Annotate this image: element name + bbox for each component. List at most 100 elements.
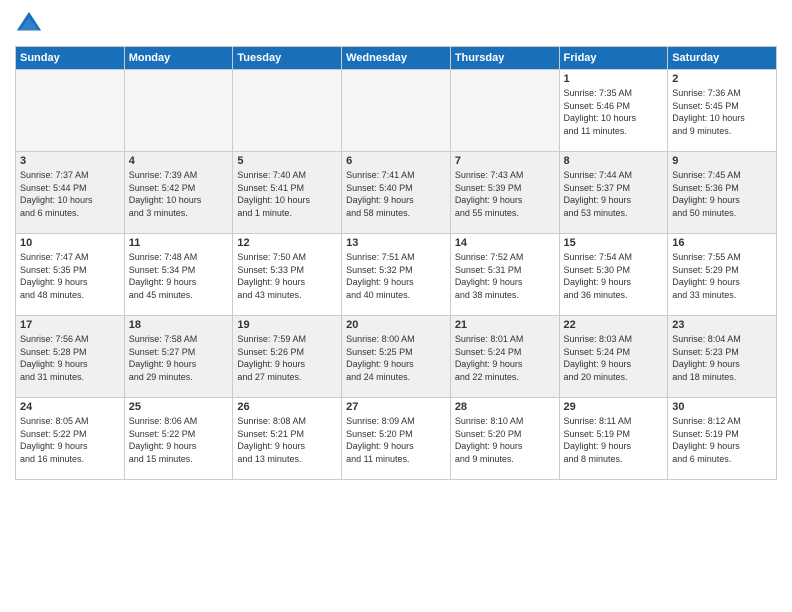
calendar-cell: 25 Sunrise: 8:06 AM Sunset: 5:22 PM Dayli… — [124, 398, 233, 480]
calendar-table: SundayMondayTuesdayWednesdayThursdayFrid… — [15, 46, 777, 480]
day-info: Sunrise: 8:04 AM Sunset: 5:23 PM Dayligh… — [672, 333, 772, 383]
page-container: SundayMondayTuesdayWednesdayThursdayFrid… — [0, 0, 792, 485]
day-info: Sunrise: 7:54 AM Sunset: 5:30 PM Dayligh… — [564, 251, 664, 301]
day-info: Sunrise: 7:56 AM Sunset: 5:28 PM Dayligh… — [20, 333, 120, 383]
day-number: 16 — [672, 237, 772, 249]
day-info: Sunrise: 7:39 AM Sunset: 5:42 PM Dayligh… — [129, 169, 229, 219]
day-number: 20 — [346, 319, 446, 331]
calendar-week-row: 1 Sunrise: 7:35 AM Sunset: 5:46 PM Daylig… — [16, 70, 777, 152]
calendar-cell: 20 Sunrise: 8:00 AM Sunset: 5:25 PM Dayli… — [342, 316, 451, 398]
col-header-saturday: Saturday — [668, 47, 777, 70]
day-number: 2 — [672, 73, 772, 85]
calendar-cell: 5Sunrise: 7:40 AM Sunset: 5:41 PM Daylig… — [233, 152, 342, 234]
calendar-cell: 12Sunrise: 7:50 AM Sunset: 5:33 PM Dayli… — [233, 234, 342, 316]
day-info: Sunrise: 7:45 AM Sunset: 5:36 PM Dayligh… — [672, 169, 772, 219]
day-number: 17 — [20, 319, 120, 331]
col-header-sunday: Sunday — [16, 47, 125, 70]
header — [15, 10, 777, 38]
day-number: 27 — [346, 401, 446, 413]
calendar-cell: 13Sunrise: 7:51 AM Sunset: 5:32 PM Dayli… — [342, 234, 451, 316]
day-number: 26 — [237, 401, 337, 413]
calendar-cell: 24 Sunrise: 8:05 AM Sunset: 5:22 PM Dayli… — [16, 398, 125, 480]
calendar-cell: 7 Sunrise: 7:43 AM Sunset: 5:39 PM Daylig… — [450, 152, 559, 234]
day-info: Sunrise: 7:48 AM Sunset: 5:34 PM Dayligh… — [129, 251, 229, 301]
day-info: Sunrise: 8:06 AM Sunset: 5:22 PM Dayligh… — [129, 415, 229, 465]
day-number: 10 — [20, 237, 120, 249]
calendar-cell: 9Sunrise: 7:45 AM Sunset: 5:36 PM Daylig… — [668, 152, 777, 234]
calendar-cell: 16 Sunrise: 7:55 AM Sunset: 5:29 PM Dayli… — [668, 234, 777, 316]
day-number: 19 — [237, 319, 337, 331]
calendar-cell: 1 Sunrise: 7:35 AM Sunset: 5:46 PM Daylig… — [559, 70, 668, 152]
day-number: 15 — [564, 237, 664, 249]
day-number: 3 — [20, 155, 120, 167]
logo-icon — [15, 10, 43, 38]
col-header-monday: Monday — [124, 47, 233, 70]
day-number: 8 — [564, 155, 664, 167]
day-number: 12 — [237, 237, 337, 249]
day-info: Sunrise: 8:05 AM Sunset: 5:22 PM Dayligh… — [20, 415, 120, 465]
day-number: 7 — [455, 155, 555, 167]
day-info: Sunrise: 8:11 AM Sunset: 5:19 PM Dayligh… — [564, 415, 664, 465]
calendar-cell: 14Sunrise: 7:52 AM Sunset: 5:31 PM Dayli… — [450, 234, 559, 316]
day-number: 4 — [129, 155, 229, 167]
day-number: 21 — [455, 319, 555, 331]
calendar-cell: 10 Sunrise: 7:47 AM Sunset: 5:35 PM Dayli… — [16, 234, 125, 316]
day-info: Sunrise: 8:12 AM Sunset: 5:19 PM Dayligh… — [672, 415, 772, 465]
day-number: 28 — [455, 401, 555, 413]
day-number: 24 — [20, 401, 120, 413]
calendar-week-row: 3 Sunrise: 7:37 AM Sunset: 5:44 PM Daylig… — [16, 152, 777, 234]
col-header-thursday: Thursday — [450, 47, 559, 70]
calendar-cell — [124, 70, 233, 152]
logo — [15, 10, 46, 38]
day-number: 25 — [129, 401, 229, 413]
day-info: Sunrise: 8:09 AM Sunset: 5:20 PM Dayligh… — [346, 415, 446, 465]
day-number: 11 — [129, 237, 229, 249]
calendar-cell: 3 Sunrise: 7:37 AM Sunset: 5:44 PM Daylig… — [16, 152, 125, 234]
calendar-cell: 21Sunrise: 8:01 AM Sunset: 5:24 PM Dayli… — [450, 316, 559, 398]
day-number: 29 — [564, 401, 664, 413]
calendar-header-row: SundayMondayTuesdayWednesdayThursdayFrid… — [16, 47, 777, 70]
calendar-cell: 4 Sunrise: 7:39 AM Sunset: 5:42 PM Daylig… — [124, 152, 233, 234]
day-number: 22 — [564, 319, 664, 331]
day-info: Sunrise: 8:08 AM Sunset: 5:21 PM Dayligh… — [237, 415, 337, 465]
calendar-cell: 28 Sunrise: 8:10 AM Sunset: 5:20 PM Dayli… — [450, 398, 559, 480]
day-info: Sunrise: 7:36 AM Sunset: 5:45 PM Dayligh… — [672, 87, 772, 137]
calendar-cell — [233, 70, 342, 152]
col-header-friday: Friday — [559, 47, 668, 70]
day-info: Sunrise: 8:03 AM Sunset: 5:24 PM Dayligh… — [564, 333, 664, 383]
day-info: Sunrise: 7:58 AM Sunset: 5:27 PM Dayligh… — [129, 333, 229, 383]
calendar-cell: 17 Sunrise: 7:56 AM Sunset: 5:28 PM Dayli… — [16, 316, 125, 398]
col-header-wednesday: Wednesday — [342, 47, 451, 70]
day-info: Sunrise: 7:43 AM Sunset: 5:39 PM Dayligh… — [455, 169, 555, 219]
day-info: Sunrise: 7:47 AM Sunset: 5:35 PM Dayligh… — [20, 251, 120, 301]
day-number: 18 — [129, 319, 229, 331]
day-info: Sunrise: 7:44 AM Sunset: 5:37 PM Dayligh… — [564, 169, 664, 219]
day-number: 23 — [672, 319, 772, 331]
calendar-cell: 6 Sunrise: 7:41 AM Sunset: 5:40 PM Daylig… — [342, 152, 451, 234]
day-number: 6 — [346, 155, 446, 167]
calendar-week-row: 17 Sunrise: 7:56 AM Sunset: 5:28 PM Dayli… — [16, 316, 777, 398]
calendar-cell: 11 Sunrise: 7:48 AM Sunset: 5:34 PM Dayli… — [124, 234, 233, 316]
calendar-week-row: 10 Sunrise: 7:47 AM Sunset: 5:35 PM Dayli… — [16, 234, 777, 316]
day-info: Sunrise: 7:37 AM Sunset: 5:44 PM Dayligh… — [20, 169, 120, 219]
calendar-cell: 19 Sunrise: 7:59 AM Sunset: 5:26 PM Dayli… — [233, 316, 342, 398]
calendar-cell: 8 Sunrise: 7:44 AM Sunset: 5:37 PM Daylig… — [559, 152, 668, 234]
calendar-cell: 30 Sunrise: 8:12 AM Sunset: 5:19 PM Dayli… — [668, 398, 777, 480]
day-info: Sunrise: 7:59 AM Sunset: 5:26 PM Dayligh… — [237, 333, 337, 383]
calendar-cell: 18 Sunrise: 7:58 AM Sunset: 5:27 PM Dayli… — [124, 316, 233, 398]
day-info: Sunrise: 7:35 AM Sunset: 5:46 PM Dayligh… — [564, 87, 664, 137]
calendar-cell — [450, 70, 559, 152]
calendar-cell — [342, 70, 451, 152]
day-info: Sunrise: 8:10 AM Sunset: 5:20 PM Dayligh… — [455, 415, 555, 465]
calendar-cell: 29 Sunrise: 8:11 AM Sunset: 5:19 PM Dayli… — [559, 398, 668, 480]
calendar-cell: 27 Sunrise: 8:09 AM Sunset: 5:20 PM Dayli… — [342, 398, 451, 480]
day-number: 30 — [672, 401, 772, 413]
day-number: 13 — [346, 237, 446, 249]
calendar-cell: 2 Sunrise: 7:36 AM Sunset: 5:45 PM Daylig… — [668, 70, 777, 152]
day-info: Sunrise: 7:52 AM Sunset: 5:31 PM Dayligh… — [455, 251, 555, 301]
day-info: Sunrise: 7:41 AM Sunset: 5:40 PM Dayligh… — [346, 169, 446, 219]
day-number: 1 — [564, 73, 664, 85]
day-info: Sunrise: 8:00 AM Sunset: 5:25 PM Dayligh… — [346, 333, 446, 383]
col-header-tuesday: Tuesday — [233, 47, 342, 70]
day-info: Sunrise: 7:55 AM Sunset: 5:29 PM Dayligh… — [672, 251, 772, 301]
